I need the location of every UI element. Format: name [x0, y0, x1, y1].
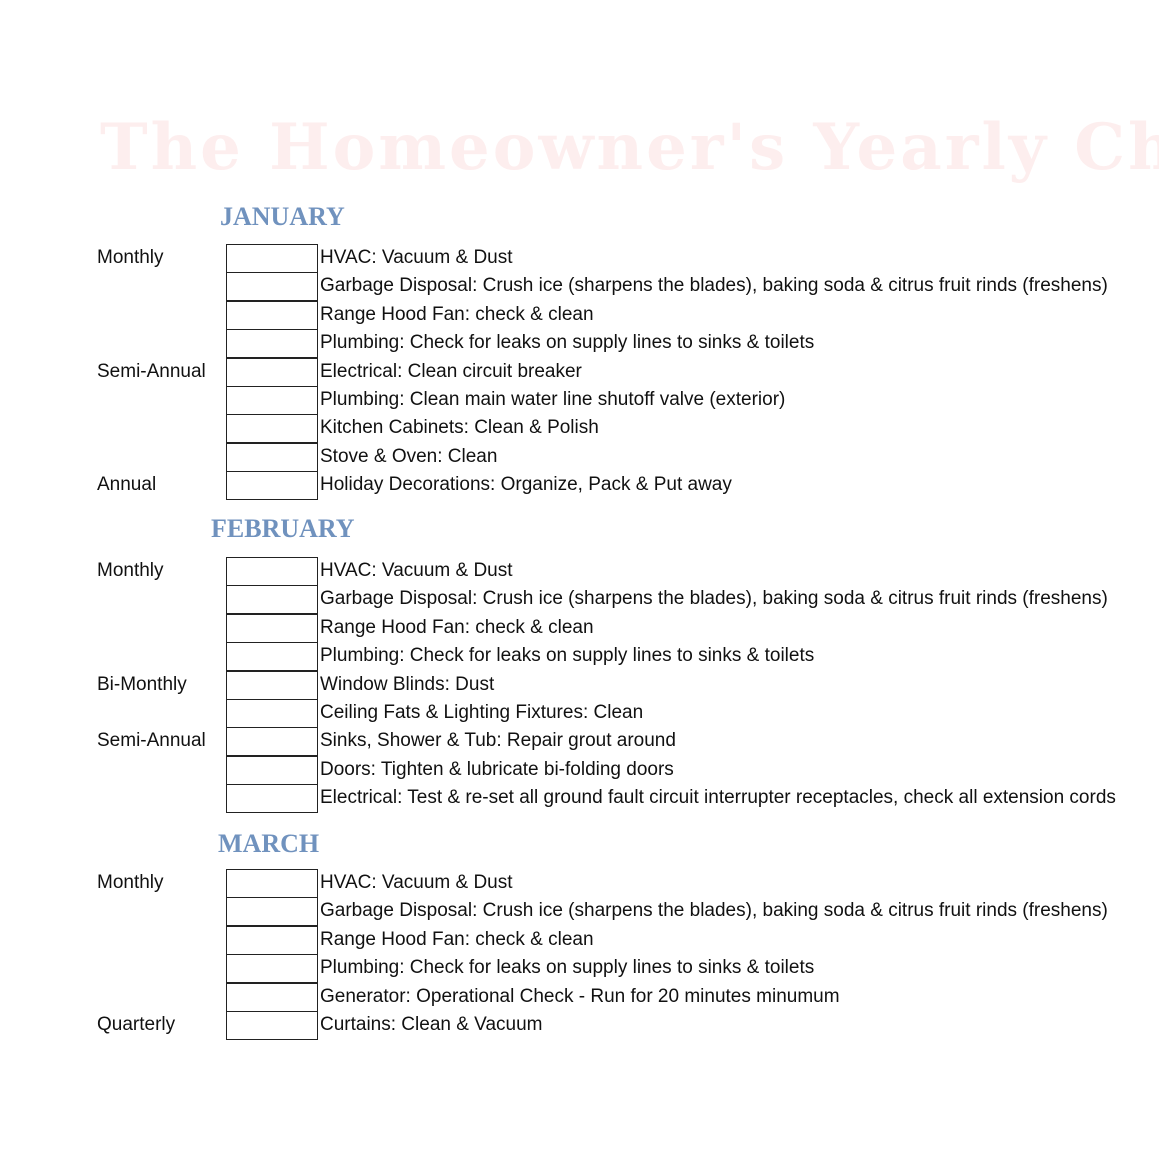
- task-row: Quarterly Curtains: Clean & Vacuum: [0, 1011, 1159, 1040]
- task-description: Garbage Disposal: Crush ice (sharpens th…: [320, 588, 1108, 610]
- task-description: Plumbing: Check for leaks on supply line…: [320, 332, 815, 354]
- task-row: Semi-Annual Electrical: Clean circuit bre…: [0, 357, 1159, 387]
- task-checkbox[interactable]: [226, 613, 318, 643]
- task-checkbox[interactable]: [226, 925, 318, 955]
- frequency-label: Semi-Annual: [97, 360, 206, 382]
- task-description: Doors: Tighten & lubricate bi-folding do…: [320, 758, 674, 780]
- task-row: Range Hood Fan: check & clean: [0, 613, 1159, 643]
- task-checkbox[interactable]: [226, 585, 318, 615]
- page-title: The Homeowner's Yearly Checklist: [100, 110, 1159, 185]
- task-description: Plumbing: Clean main water line shutoff …: [320, 389, 786, 410]
- task-checkbox[interactable]: [226, 329, 318, 359]
- task-checkbox[interactable]: [226, 699, 318, 728]
- task-row: Generator: Operational Check - Run for 2…: [0, 982, 1159, 1012]
- task-checkbox[interactable]: [226, 244, 318, 273]
- task-row: Monthly HVAC: Vacuum & Dust: [0, 869, 1159, 898]
- task-checkbox[interactable]: [226, 442, 318, 472]
- task-row: Garbage Disposal: Crush ice (sharpens th…: [0, 585, 1159, 615]
- task-checkbox[interactable]: [226, 897, 318, 927]
- task-checkbox[interactable]: [226, 414, 318, 444]
- task-description: Stove & Oven: Clean: [320, 445, 498, 467]
- task-checkbox[interactable]: [226, 300, 318, 330]
- task-checkbox[interactable]: [226, 357, 318, 387]
- task-description: Garbage Disposal: Crush ice (sharpens th…: [320, 900, 1108, 922]
- task-description: Plumbing: Check for leaks on supply line…: [320, 957, 815, 979]
- task-row: Range Hood Fan: check & clean: [0, 300, 1159, 330]
- month-heading: FEBRUARY: [211, 514, 355, 543]
- task-description: HVAC: Vacuum & Dust: [320, 247, 513, 268]
- task-row: Monthly HVAC: Vacuum & Dust: [0, 557, 1159, 586]
- task-description: Sinks, Shower & Tub: Repair grout around: [320, 730, 676, 752]
- task-description: Kitchen Cabinets: Clean & Polish: [320, 417, 599, 439]
- task-description: Electrical: Test & re-set all ground fau…: [320, 787, 1116, 809]
- task-checkbox[interactable]: [226, 954, 318, 984]
- task-description: Range Hood Fan: check & clean: [320, 616, 594, 638]
- task-checkbox[interactable]: [226, 471, 318, 501]
- task-row: Bi-Monthly Window Blinds: Dust: [0, 670, 1159, 700]
- frequency-label: Quarterly: [97, 1014, 176, 1035]
- task-row: Stove & Oven: Clean: [0, 442, 1159, 472]
- task-checkbox[interactable]: [226, 670, 318, 700]
- task-checkbox[interactable]: [226, 557, 318, 586]
- task-checkbox[interactable]: [226, 869, 318, 898]
- task-row: Garbage Disposal: Crush ice (sharpens th…: [0, 897, 1159, 927]
- task-checkbox[interactable]: [226, 784, 318, 814]
- task-description: Ceiling Fats & Lighting Fixtures: Clean: [320, 702, 644, 723]
- task-row: Electrical: Test & re-set all ground fau…: [0, 784, 1159, 814]
- task-checkbox[interactable]: [226, 727, 318, 757]
- task-checkbox[interactable]: [226, 982, 318, 1012]
- month-heading: MARCH: [218, 829, 320, 858]
- frequency-label: Semi-Annual: [97, 730, 206, 752]
- task-row: Monthly HVAC: Vacuum & Dust: [0, 244, 1159, 273]
- task-description: Generator: Operational Check - Run for 2…: [320, 985, 840, 1007]
- task-row: Plumbing: Check for leaks on supply line…: [0, 642, 1159, 672]
- task-row: Kitchen Cabinets: Clean & Polish: [0, 414, 1159, 444]
- task-description: Plumbing: Check for leaks on supply line…: [320, 645, 815, 667]
- task-description: Range Hood Fan: check & clean: [320, 928, 594, 950]
- month-heading: JANUARY: [220, 202, 345, 231]
- task-description: Garbage Disposal: Crush ice (sharpens th…: [320, 275, 1108, 297]
- frequency-label: Bi-Monthly: [97, 673, 187, 695]
- task-row: Plumbing: Clean main water line shutoff …: [0, 386, 1159, 415]
- task-description: Curtains: Clean & Vacuum: [320, 1014, 543, 1035]
- task-row: Ceiling Fats & Lighting Fixtures: Clean: [0, 699, 1159, 728]
- task-row: Plumbing: Check for leaks on supply line…: [0, 329, 1159, 359]
- task-description: Range Hood Fan: check & clean: [320, 303, 594, 325]
- frequency-label: Annual: [97, 474, 157, 496]
- task-description: Window Blinds: Dust: [320, 673, 495, 695]
- frequency-label: Monthly: [97, 560, 164, 581]
- task-description: Electrical: Clean circuit breaker: [320, 360, 582, 382]
- task-checkbox[interactable]: [226, 1011, 318, 1040]
- task-row: Annual Holiday Decorations: Organize, Pac…: [0, 471, 1159, 501]
- task-row: Semi-Annual Sinks, Shower & Tub: Repair g…: [0, 727, 1159, 757]
- task-checkbox[interactable]: [226, 386, 318, 415]
- task-description: HVAC: Vacuum & Dust: [320, 560, 513, 581]
- task-row: Plumbing: Check for leaks on supply line…: [0, 954, 1159, 984]
- task-row: Garbage Disposal: Crush ice (sharpens th…: [0, 272, 1159, 302]
- task-description: HVAC: Vacuum & Dust: [320, 872, 513, 893]
- task-row: Doors: Tighten & lubricate bi-folding do…: [0, 755, 1159, 785]
- frequency-label: Monthly: [97, 247, 164, 268]
- task-description: Holiday Decorations: Organize, Pack & Pu…: [320, 474, 732, 496]
- frequency-label: Monthly: [97, 872, 164, 893]
- task-row: Range Hood Fan: check & clean: [0, 925, 1159, 955]
- task-checkbox[interactable]: [226, 642, 318, 672]
- task-checkbox[interactable]: [226, 272, 318, 302]
- task-checkbox[interactable]: [226, 755, 318, 785]
